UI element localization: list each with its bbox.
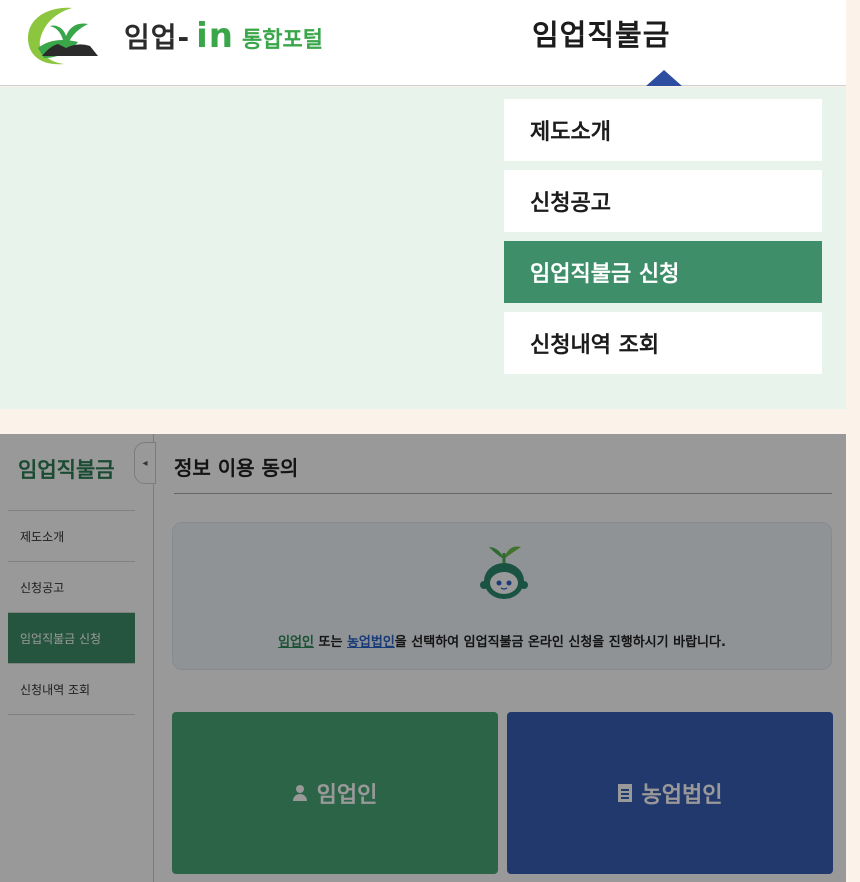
sidebar-toggle-button[interactable]: ◂ [134,442,156,484]
forester-select-button[interactable]: 임업인 [172,712,498,874]
chevron-left-icon: ◂ [142,457,148,469]
page-title: 정보 이용 동의 [174,456,299,480]
info-rest: 을 선택하여 임업직불금 온라인 신청을 진행하시기 바랍니다. [394,635,726,650]
dropdown-item-apply[interactable]: 임업직불금 신청 [504,241,822,303]
brand-in-text: in [196,16,235,56]
person-icon [292,785,307,801]
sidebar-item-apply[interactable]: 임업직불금 신청 [8,613,135,664]
sidebar-item-intro[interactable]: 제도소개 [8,511,135,562]
logo-sprout-icon[interactable] [18,4,114,68]
sidebar-item-history[interactable]: 신청내역 조회 [8,664,135,715]
corporation-button-label: 농업법인 [641,783,723,808]
forester-button-content: 임업인 [292,777,378,809]
info-box: 임업인 또는 농업법인을 선택하여 임업직불금 온라인 신청을 진행하시기 바랍… [172,522,832,670]
brand-dash-text: - [177,21,191,54]
brand-sub-text: 통합포털 [242,28,323,53]
sidebar-menu: 제도소개 신청공고 임업직불금 신청 신청내역 조회 [8,510,135,715]
dropdown-panel: 제도소개 신청공고 임업직불금 신청 신청내역 조회 [0,87,846,409]
dropdown-item-notice[interactable]: 신청공고 [504,170,822,232]
mascot-icon [480,546,528,599]
info-option-forester[interactable]: 임업인 [278,635,314,650]
menu-active-caret [646,70,682,86]
corporation-select-button[interactable]: 농업법인 [507,712,833,874]
forester-button-label: 임업인 [316,783,378,808]
brand-main-text: 임업 [124,21,178,54]
brand-title[interactable]: 임업 - in 통합포털 [124,16,323,56]
info-connector: 또는 [313,635,347,650]
corporation-button-content: 농업법인 [617,777,723,809]
sidebar-item-notice[interactable]: 신청공고 [8,562,135,613]
top-menu-forestry-payment[interactable]: 임업직불금 [532,12,670,54]
building-icon [617,784,632,802]
info-option-corporation[interactable]: 농업법인 [347,635,395,650]
info-message: 임업인 또는 농업법인을 선택하여 임업직불금 온라인 신청을 진행하시기 바랍… [173,631,831,650]
background-page: 임업직불금 ◂ 제도소개 신청공고 임업직불금 신청 신청내역 조회 정보 이용… [0,434,846,882]
sidebar-title: 임업직불금 [18,458,115,482]
site-header: 임업 - in 통합포털 임업직불금 [0,0,846,86]
dropdown-item-history[interactable]: 신청내역 조회 [504,312,822,374]
dropdown-item-intro[interactable]: 제도소개 [504,99,822,161]
sidebar: 임업직불금 ◂ 제도소개 신청공고 임업직불금 신청 신청내역 조회 [0,434,156,882]
title-divider [174,493,832,494]
